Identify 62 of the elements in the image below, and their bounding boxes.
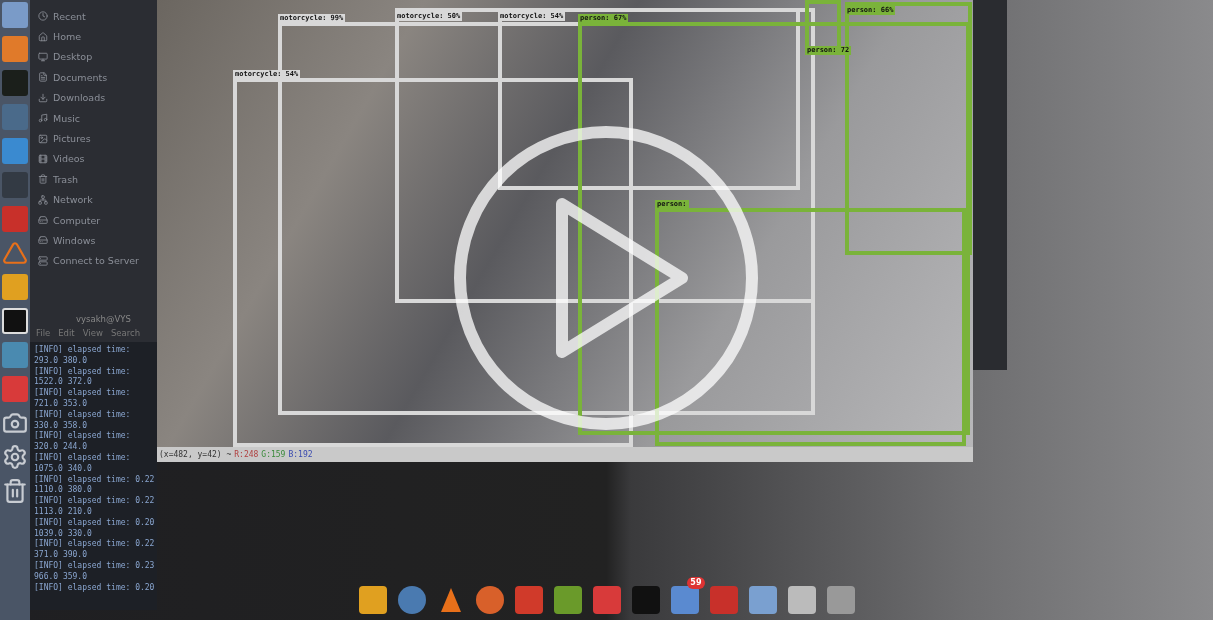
trash-icon[interactable] — [2, 478, 28, 504]
trash-icon — [38, 174, 48, 185]
sidebar-item[interactable]: Recent — [53, 10, 86, 22]
menu-item[interactable]: File — [36, 328, 51, 338]
server-icon — [38, 255, 48, 266]
sidebar-item[interactable]: Home — [53, 31, 82, 43]
cone-icon[interactable] — [2, 240, 28, 266]
terminal-line: [INFO] elapsed time: 0.20 — [34, 582, 153, 594]
channel-value: B:192 — [288, 450, 313, 459]
network-icon — [38, 194, 48, 205]
terminal-line: 1075.0 340.0 — [34, 463, 93, 475]
terminal-line: 330.0 358.0 — [34, 420, 88, 431]
menu-item[interactable]: Search — [110, 328, 141, 338]
terminal-line: 966.0 359.0 — [34, 571, 88, 583]
sidebar-item[interactable]: Computer — [53, 214, 101, 226]
sidebar-item[interactable]: Downloads — [53, 92, 106, 104]
terminal-line: [INFO] elapsed time: — [34, 388, 132, 399]
terminal-line: [INFO] elapsed time: — [34, 431, 132, 442]
window-title: vysakh@VYS — [75, 314, 132, 324]
sidebar-item[interactable]: Trash — [53, 173, 79, 185]
sidebar-item[interactable]: Connect to Server — [53, 255, 139, 267]
sidebar-item[interactable]: Documents — [53, 71, 108, 83]
menu-item[interactable]: View — [82, 328, 103, 338]
terminal-line: [INFO] elapsed time: — [34, 366, 132, 377]
sidebar-item[interactable]: Desktop — [53, 51, 93, 63]
terminal-line: 1522.0 372.0 — [34, 377, 93, 388]
sidebar-item[interactable]: Windows — [53, 235, 96, 246]
documents-icon — [38, 72, 48, 83]
channel-value: R:248 — [234, 450, 259, 459]
terminal-line: 721.0 353.0 — [34, 399, 88, 410]
terminal-line: [INFO] elapsed time: 0.20 — [34, 517, 153, 529]
home-icon — [38, 31, 48, 42]
pictures-icon — [38, 133, 48, 144]
terminal-line: [INFO] elapsed time: 0.22 — [34, 474, 153, 485]
terminal-line: [INFO] elapsed time: — [34, 345, 132, 356]
drive-icon — [38, 215, 48, 226]
sidebar-item[interactable]: Network — [53, 194, 93, 206]
channel-value: G:159 — [261, 450, 286, 459]
desktop-icon — [38, 51, 48, 62]
sidebar-item[interactable]: Pictures — [53, 133, 91, 145]
sidebar-item[interactable]: Videos — [53, 153, 85, 165]
settings-icon[interactable] — [2, 444, 28, 470]
recent-icon — [38, 11, 48, 22]
terminal-line: 1110.0 380.0 — [34, 485, 93, 496]
terminal-line: [INFO] elapsed time: 0.22 — [34, 496, 153, 507]
terminal-line: 371.0 390.0 — [34, 550, 88, 561]
notification-badge: 59 — [687, 577, 705, 589]
sidebar-item[interactable]: Music — [53, 112, 81, 124]
terminal-line: 1039.0 330.0 — [34, 528, 93, 539]
terminal-line: 1113.0 210.0 — [34, 506, 93, 518]
downloads-icon — [38, 92, 48, 103]
terminal-line: [INFO] elapsed time: — [34, 452, 132, 464]
terminal-line: 320.0 244.0 — [34, 442, 88, 453]
cursor-coordinates: (x=482, y=42) ~ — [159, 450, 232, 459]
menu-item[interactable]: Edit — [58, 328, 75, 338]
terminal-line: [INFO] elapsed time: 0.23 — [34, 560, 153, 572]
terminal-line: [INFO] elapsed time: 0.22 — [34, 539, 153, 550]
terminal-line: 293.0 380.0 — [34, 355, 88, 367]
videos-icon — [38, 153, 48, 164]
terminal-line: [INFO] elapsed time: — [34, 409, 132, 421]
music-icon — [38, 113, 48, 124]
drive-icon — [38, 235, 48, 246]
